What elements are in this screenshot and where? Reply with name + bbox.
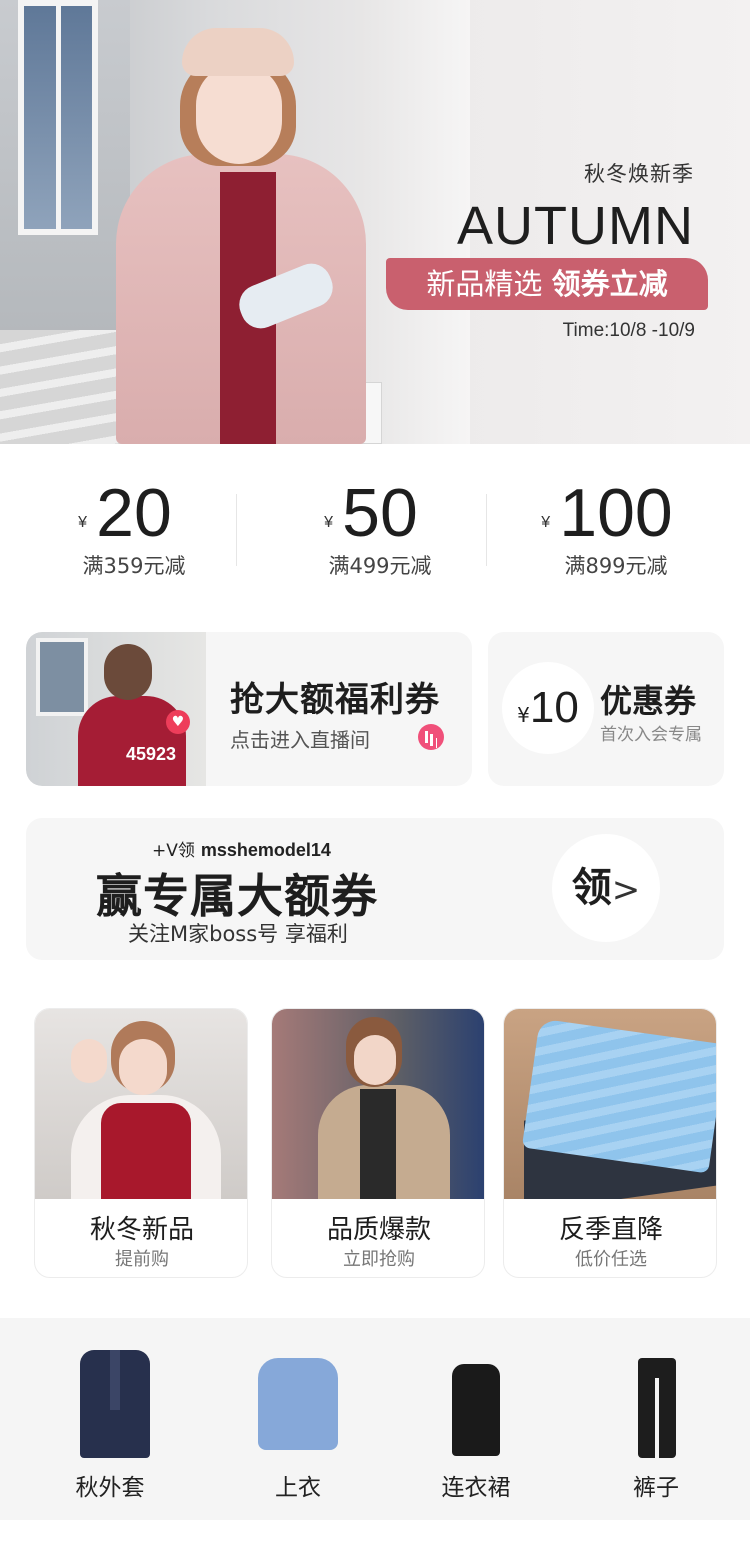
dress-icon (442, 1364, 510, 1456)
coupon-currency: ¥ (78, 514, 88, 531)
hero-background-pillar (360, 0, 470, 444)
follow-tag-prefix: +V领 (152, 841, 195, 861)
live-subtitle: 点击进入直播间 (230, 728, 370, 752)
tile-clearance[interactable]: 反季直降 低价任选 (503, 1008, 717, 1278)
coupon-amount: ¥20 (78, 470, 172, 556)
tile-new-arrivals[interactable]: 秋冬新品 提前购 (34, 1008, 248, 1278)
tile-sub: 立即抢购 (343, 1249, 415, 1270)
member-coupon-card[interactable]: ¥10 优惠券 首次入会专属 (488, 632, 724, 786)
follow-account-name: msshemodel14 (200, 840, 331, 860)
tile-bestsellers[interactable]: 品质爆款 立即抢购 (271, 1008, 485, 1278)
coupon-amount: ¥100 (541, 470, 672, 556)
follow-tag: +V领 msshemodel14 (152, 836, 331, 861)
live-stream-card[interactable]: ♥ 45923 抢大额福利券 点击进入直播间 (26, 632, 472, 786)
tile-sub: 提前购 (115, 1249, 169, 1270)
live-viewer-count: 45923 (126, 744, 177, 764)
tile-image (272, 1009, 484, 1199)
hero-background-window (18, 0, 98, 235)
coupon-currency: ¥ (324, 514, 334, 531)
coupon-20[interactable]: ¥20 满359元减 (46, 470, 222, 590)
pants-icon (638, 1358, 676, 1458)
heart-icon: ♥ (166, 710, 190, 734)
tile-label: 秋冬新品 (89, 1215, 194, 1245)
hero-model-image (110, 22, 370, 444)
member-coupon-value: ¥10 (502, 662, 594, 754)
tile-sub: 低价任选 (575, 1249, 647, 1270)
member-coupon-title: 优惠券 (600, 682, 697, 720)
follow-subtitle: 关注M家boss号 享福利 (128, 922, 348, 946)
tile-image (35, 1009, 247, 1199)
tile-label: 反季直降 (558, 1215, 663, 1245)
coupon-currency: ¥ (541, 514, 551, 531)
member-coupon-subtitle: 首次入会专属 (600, 725, 702, 745)
follow-account-card[interactable]: +V领 msshemodel14 赢专属大额券 关注M家boss号 享福利 领> (26, 818, 724, 960)
live-title: 抢大额福利券 (230, 680, 440, 720)
hero-ribbon-left: 新品精选 (426, 267, 552, 301)
coupon-divider (486, 494, 487, 566)
category-label: 连衣裙 (441, 1475, 511, 1501)
live-audio-icon (418, 724, 444, 750)
tile-image (504, 1009, 716, 1199)
claim-button[interactable]: 领> (552, 834, 660, 942)
chevron-right-icon: > (611, 870, 641, 910)
tile-label: 品质爆款 (326, 1215, 431, 1245)
coupon-100[interactable]: ¥100 满899元减 (528, 470, 704, 590)
hero-banner[interactable]: 秋冬焕新季 AUTUMN 新品精选 领券立减 Time:10/8 -10/9 (0, 0, 750, 444)
category-label: 裤子 (633, 1475, 679, 1501)
category-label: 秋外套 (75, 1475, 145, 1501)
member-coupon-currency: ¥ (517, 703, 530, 727)
coupon-divider (236, 494, 237, 566)
claim-button-label: 领 (571, 865, 612, 911)
hero-time: Time:10/8 -10/9 (562, 320, 695, 341)
coupon-amount: ¥50 (324, 470, 418, 556)
category-label: 上衣 (275, 1475, 321, 1501)
category-pants[interactable]: 裤子 (586, 1318, 726, 1520)
live-thumbnail: ♥ 45923 (26, 632, 206, 786)
hero-title: AUTUMN (457, 196, 694, 256)
shirt-icon (258, 1358, 338, 1450)
category-coats[interactable]: 秋外套 (40, 1318, 180, 1520)
coupon-row: ¥20 满359元减 ¥50 满499元减 ¥100 满899元减 (0, 470, 750, 590)
hero-ribbon: 新品精选 领券立减 (386, 258, 708, 310)
follow-title: 赢专属大额券 (96, 869, 378, 923)
category-dresses[interactable]: 连衣裙 (406, 1318, 546, 1520)
category-tops[interactable]: 上衣 (228, 1318, 368, 1520)
hero-text-block: 秋冬焕新季 AUTUMN (457, 158, 694, 256)
member-coupon-amount: 10 (529, 683, 579, 732)
coat-icon (80, 1350, 150, 1458)
hero-subtitle: 秋冬焕新季 (584, 162, 694, 186)
category-bar: 秋外套 上衣 连衣裙 裤子 (0, 1318, 750, 1520)
hero-ribbon-right: 领券立减 (551, 267, 668, 301)
coupon-50[interactable]: ¥50 满499元减 (292, 470, 468, 590)
